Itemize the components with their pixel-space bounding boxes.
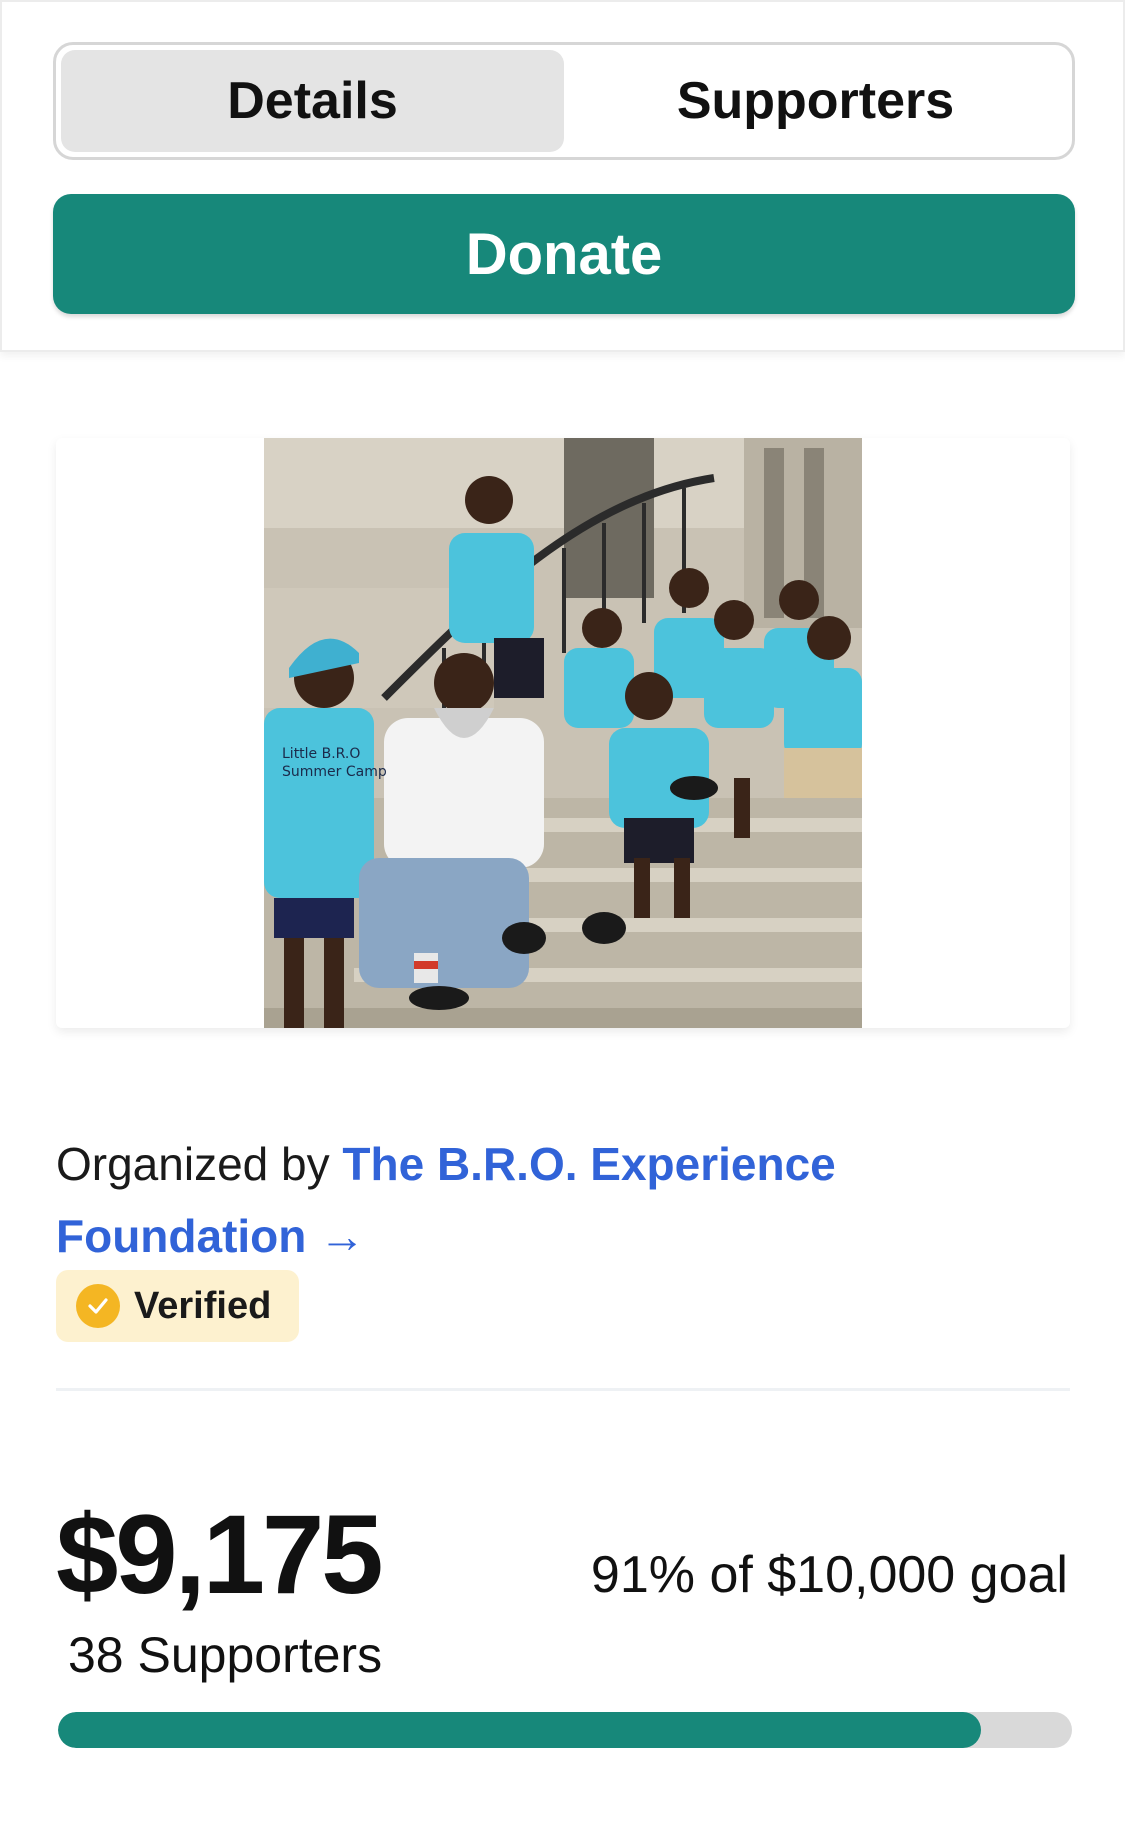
shirt-print-line1: Little B.R.O [282, 746, 360, 762]
funding-progress-bar [58, 1712, 1072, 1748]
campaign-photo-illustration: Little B.R.O Summer Camp [264, 438, 862, 1028]
shirt-print-line2: Summer Camp [282, 764, 387, 780]
tab-supporters[interactable]: Supporters [564, 50, 1067, 152]
campaign-photo[interactable]: Little B.R.O Summer Camp [264, 438, 862, 1028]
funding-progress-fill [58, 1712, 981, 1748]
verified-label: Verified [134, 1284, 272, 1327]
organizer-line: Organized by The B.R.O. Experience Found… [56, 1128, 1056, 1272]
section-divider [56, 1388, 1070, 1391]
verified-check-icon [76, 1284, 120, 1328]
arrow-right-icon: → [319, 1210, 366, 1262]
amount-raised: $9,175 [56, 1492, 384, 1617]
campaign-media-card: Little B.R.O Summer Camp [56, 438, 1070, 1028]
fundraiser-page: Details Supporters Donate Little B.R.O S… [0, 0, 1125, 1822]
verified-badge: Verified [56, 1270, 300, 1342]
supporters-count: 38 Supporters [68, 1627, 383, 1683]
organizer-prefix: Organized by [56, 1138, 330, 1190]
goal-progress-text: 91% of $10,000 goal [590, 1546, 1068, 1604]
tab-details[interactable]: Details [61, 50, 564, 152]
donate-button[interactable]: Donate [53, 194, 1075, 314]
tab-switcher: Details Supporters [53, 42, 1075, 160]
sticky-action-header: Details Supporters Donate [0, 0, 1125, 352]
